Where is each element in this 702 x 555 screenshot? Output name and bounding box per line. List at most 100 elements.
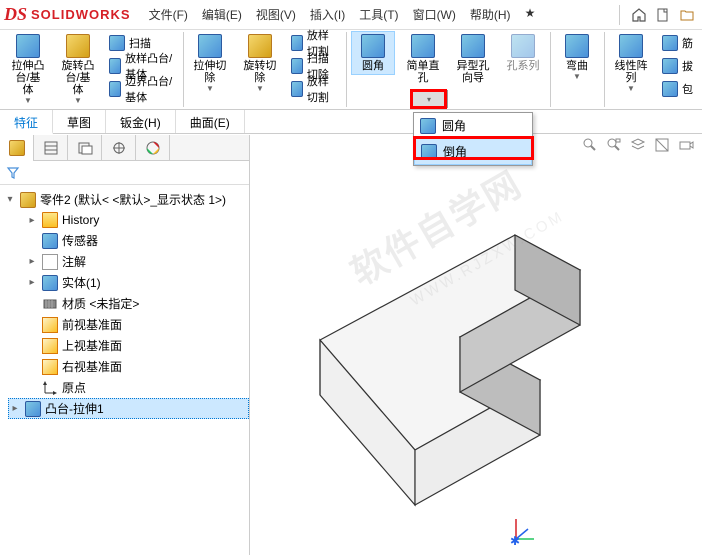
tree-right-plane[interactable]: 右视基准面	[26, 356, 249, 377]
zoom-fit-tool[interactable]	[604, 135, 624, 155]
part-icon	[20, 192, 36, 208]
dropdown-fillet-item[interactable]: 圆角	[414, 113, 532, 138]
tree-root[interactable]: ▾ 零件2 (默认< <默认>_显示状态 1>)	[4, 189, 249, 210]
ribbon-group-revolvecut: 旋转切除 ▼	[236, 32, 284, 107]
shell-icon	[662, 81, 678, 97]
shell-button[interactable]: 包	[660, 78, 695, 100]
ribbon-group-fillet: 圆角	[349, 32, 397, 107]
panel-tab-config[interactable]	[68, 135, 102, 161]
view-tool[interactable]	[652, 135, 672, 155]
dropdown-fillet-label: 圆角	[442, 117, 466, 134]
expand-icon[interactable]: ▸	[26, 277, 38, 289]
extrude-cut-button[interactable]: 拉伸切除 ▼	[189, 32, 231, 95]
panel-tab-dimxpert[interactable]	[102, 135, 136, 161]
draft-label: 拔	[682, 58, 693, 74]
tree-right-label: 右视基准面	[62, 358, 122, 375]
boundary-label: 边界凸台/基体	[125, 73, 175, 105]
hole-series-button[interactable]: 孔系列	[502, 32, 544, 74]
layer-tool[interactable]	[628, 135, 648, 155]
ribbon-group-ribdraft: 筋 拔 包	[657, 32, 698, 107]
chevron-down-icon: ▼	[573, 72, 581, 81]
ribbon-group-cuts: 放样切割 扫描切除 放样切割	[286, 32, 347, 107]
ribbon-tabs: 特征 草图 钣金(H) 曲面(E)	[0, 110, 702, 134]
linear-pattern-icon	[619, 34, 643, 58]
ribbon-group-pattern: 线性阵列 ▼	[607, 32, 655, 107]
loft-cut2-button[interactable]: 放样切割	[289, 78, 340, 100]
fillet-dropdown-menu: 圆角 倒角	[413, 112, 533, 166]
tree-sensor-label: 传感器	[62, 232, 98, 249]
rib-icon	[662, 35, 678, 51]
draft-icon	[662, 58, 678, 74]
solid-icon	[42, 275, 58, 291]
quick-access-right	[613, 4, 698, 26]
camera-tool[interactable]	[676, 135, 696, 155]
filter-row[interactable]	[0, 161, 249, 185]
expand-icon[interactable]: ▸	[26, 256, 38, 268]
collapse-icon[interactable]: ▾	[4, 194, 16, 206]
simple-hole-button[interactable]: 简单直孔	[402, 32, 444, 86]
menu-view[interactable]: 视图(V)	[252, 4, 300, 25]
hole-series-label: 孔系列	[507, 60, 540, 72]
dropdown-chamfer-item[interactable]: 倒角	[414, 138, 532, 165]
menu-insert[interactable]: 插入(I)	[306, 4, 349, 25]
panel-tab-feature[interactable]	[0, 135, 34, 161]
origin-icon	[42, 380, 58, 396]
tree-sensor[interactable]: 传感器	[26, 230, 249, 251]
boundary-button[interactable]: 边界凸台/基体	[107, 78, 177, 100]
tree-solid[interactable]: ▸ 实体(1)	[26, 272, 249, 293]
revolve-cut-icon	[248, 34, 272, 58]
tab-sketch[interactable]: 草图	[53, 110, 106, 133]
expand-icon[interactable]: ▸	[26, 214, 38, 226]
ribbon-group-revolve: 旋转凸台/基体 ▼	[54, 32, 102, 107]
tab-surface[interactable]: 曲面(E)	[176, 110, 245, 133]
fillet-button[interactable]: 圆角	[352, 32, 394, 74]
folder-icon	[42, 212, 58, 228]
rib-button[interactable]: 筋	[660, 32, 695, 54]
tree-history[interactable]: ▸ History	[26, 210, 249, 230]
expand-icon[interactable]: ▸	[9, 403, 21, 415]
dropdown-chamfer-label: 倒角	[443, 143, 467, 160]
rib-label: 筋	[682, 35, 693, 51]
menu-file[interactable]: 文件(F)	[145, 4, 192, 25]
tab-sheetmetal[interactable]: 钣金(H)	[106, 110, 176, 133]
home-button[interactable]	[628, 4, 650, 26]
bend-button[interactable]: 弯曲 ▼	[556, 32, 598, 83]
new-doc-button[interactable]	[652, 4, 674, 26]
extrude-boss-button[interactable]: 拉伸凸台/基体 ▼	[7, 32, 49, 107]
draft-button[interactable]: 拔	[660, 55, 695, 77]
tree-top-plane[interactable]: 上视基准面	[26, 335, 249, 356]
tree-solid-label: 实体(1)	[62, 274, 101, 291]
panel-tab-property[interactable]	[34, 135, 68, 161]
revolve-boss-button[interactable]: 旋转凸台/基体 ▼	[57, 32, 99, 107]
tree-feature1[interactable]: ▸ 凸台-拉伸1	[8, 398, 249, 419]
tree-front-plane[interactable]: 前视基准面	[26, 314, 249, 335]
panel-tab-display[interactable]	[136, 135, 170, 161]
menu-help[interactable]: 帮助(H)	[466, 4, 515, 25]
menu-edit[interactable]: 编辑(E)	[198, 4, 246, 25]
revolve-cut-button[interactable]: 旋转切除 ▼	[239, 32, 281, 95]
tree-material[interactable]: 材质 <未指定>	[26, 293, 249, 314]
annotation-icon	[42, 254, 58, 270]
viewport-3d[interactable]: ✱	[250, 135, 702, 555]
tree-origin[interactable]: 原点	[26, 377, 249, 398]
linear-pattern-button[interactable]: 线性阵列 ▼	[610, 32, 652, 95]
tree-annotation[interactable]: ▸ 注解	[26, 251, 249, 272]
loft-cut-icon	[291, 35, 303, 51]
menu-window[interactable]: 窗口(W)	[409, 4, 460, 25]
magnifier-tool[interactable]	[580, 135, 600, 155]
feature-tree: ▾ 零件2 (默认< <默认>_显示状态 1>) ▸ History 传感器 ▸…	[0, 185, 249, 545]
material-icon	[42, 296, 58, 312]
extrude-cut-label: 拉伸切除	[193, 60, 227, 84]
open-button[interactable]	[676, 4, 698, 26]
menu-tools[interactable]: 工具(T)	[355, 4, 402, 25]
ribbon-group-extrudecut: 拉伸切除 ▼	[186, 32, 234, 107]
extrude-feature-icon	[25, 401, 41, 417]
hole-wizard-button[interactable]: 异型孔向导	[452, 32, 494, 86]
fillet-split-button[interactable]: ▾	[410, 90, 448, 108]
boundary-icon	[109, 81, 121, 97]
simple-hole-label: 简单直孔	[406, 60, 440, 84]
model-3d-svg	[260, 165, 680, 545]
tab-feature[interactable]: 特征	[0, 110, 53, 134]
simple-hole-icon	[411, 34, 435, 58]
menu-star[interactable]: ★	[521, 4, 540, 25]
